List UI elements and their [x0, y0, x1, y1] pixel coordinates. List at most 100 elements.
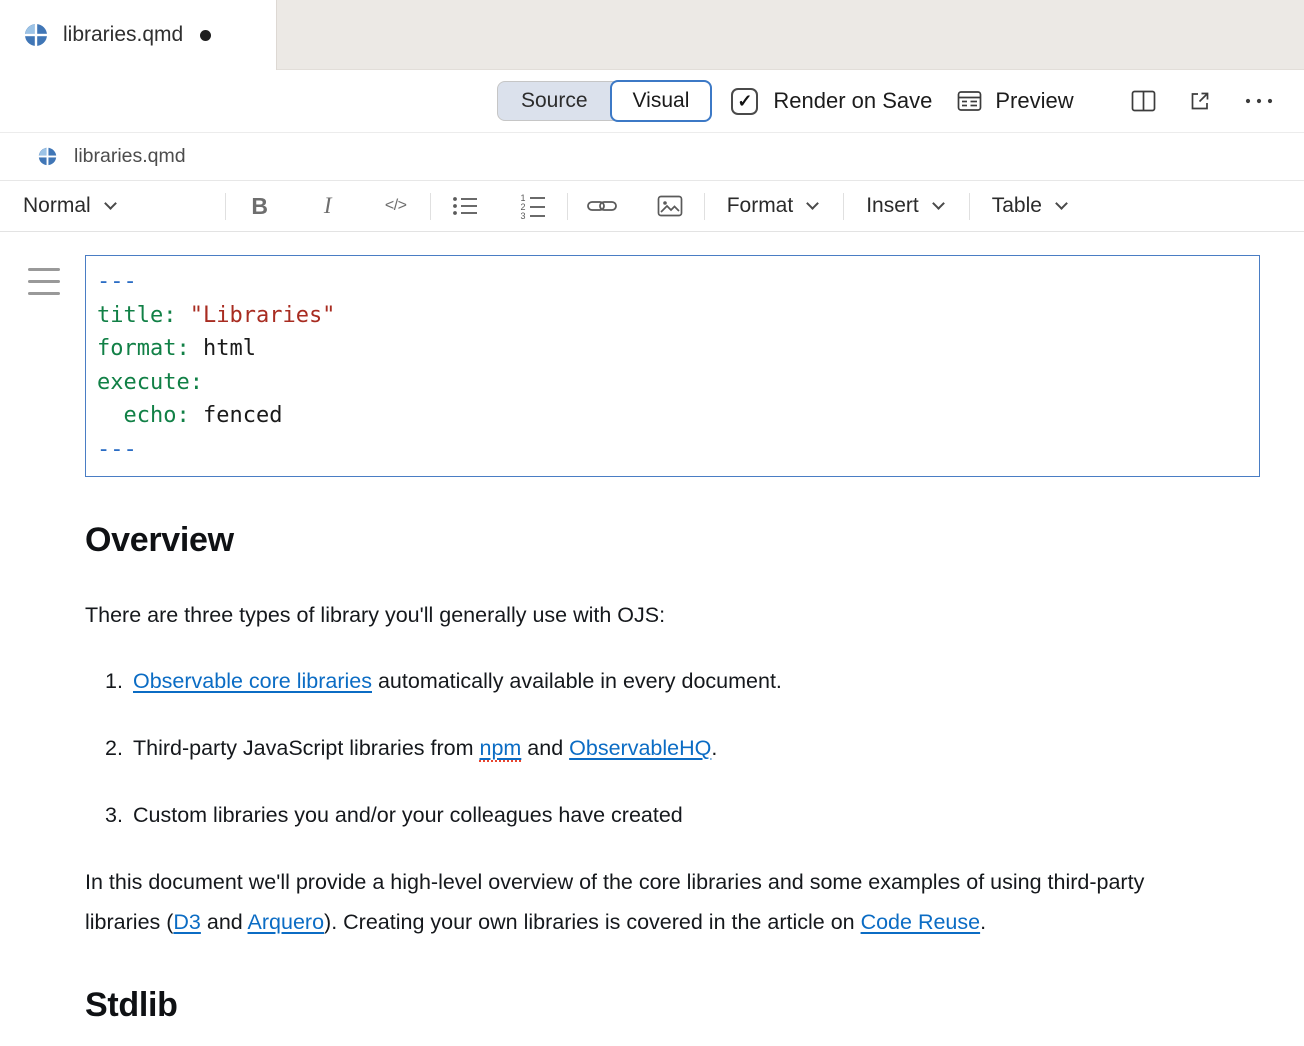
yaml-token: :	[163, 303, 190, 328]
text-run: Custom libraries you and/or your colleag…	[133, 803, 683, 827]
inline-link[interactable]: Code Reuse	[861, 910, 981, 934]
format-toolbar: Normal B I </> 1	[0, 181, 1304, 232]
table-dropdown[interactable]: Table	[970, 194, 1092, 218]
ordered-list-button[interactable]: 1 2 3	[499, 186, 567, 226]
list-marker: 1.	[105, 661, 133, 701]
image-icon	[657, 195, 683, 217]
open-external-button[interactable]	[1188, 89, 1212, 113]
modified-indicator-icon	[200, 30, 211, 41]
preview-label: Preview	[995, 88, 1073, 114]
ordered-list-item: 3.Custom libraries you and/or your colle…	[85, 795, 1225, 835]
yaml-token: :	[176, 336, 203, 361]
paragraph-style-label: Normal	[23, 194, 91, 218]
bullet-list-icon	[451, 195, 479, 217]
render-on-save-control[interactable]: ✓ Render on Save	[731, 88, 932, 115]
format-dropdown-label: Format	[727, 194, 794, 218]
yaml-token: html	[203, 336, 256, 361]
breadcrumb-filename[interactable]: libraries.qmd	[74, 145, 186, 168]
text-run: .	[711, 736, 717, 760]
yaml-token: :	[190, 370, 203, 395]
breadcrumb: libraries.qmd	[0, 133, 1304, 181]
text-run: and	[201, 910, 248, 934]
text-run: automatically available in every documen…	[372, 669, 782, 693]
yaml-line: title: "Libraries"	[97, 299, 1249, 333]
window-actions	[1131, 89, 1274, 113]
checkmark-icon: ✓	[737, 92, 752, 110]
inline-link[interactable]: Observable core libraries	[133, 669, 372, 693]
yaml-token: echo	[124, 403, 177, 428]
chevron-down-icon	[932, 197, 945, 210]
link-icon	[587, 197, 617, 215]
code-button[interactable]: </>	[362, 186, 430, 226]
yaml-token: ---	[97, 437, 137, 462]
list-marker: 2.	[105, 728, 133, 768]
yaml-token: fenced	[203, 403, 282, 428]
text-run: .	[980, 910, 986, 934]
quarto-file-icon	[38, 147, 57, 166]
format-dropdown[interactable]: Format	[705, 194, 844, 218]
tab-bar: libraries.qmd	[0, 0, 1304, 70]
render-on-save-checkbox[interactable]: ✓	[731, 88, 758, 115]
text-run: ). Creating your own libraries is covere…	[324, 910, 861, 934]
visual-editor-canvas[interactable]: ---title: "Libraries"format: htmlexecute…	[0, 232, 1304, 1026]
yaml-token: "Libraries"	[190, 303, 336, 328]
yaml-metadata-block[interactable]: ---title: "Libraries"format: htmlexecute…	[85, 255, 1260, 477]
text-run: and	[521, 736, 569, 760]
split-editor-button[interactable]	[1131, 90, 1156, 112]
text-run: Third-party JavaScript libraries from	[133, 736, 479, 760]
visual-mode-button[interactable]: Visual	[610, 80, 713, 122]
tab-libraries-qmd[interactable]: libraries.qmd	[0, 0, 277, 70]
bullet-list-button[interactable]	[431, 186, 499, 226]
yaml-token: :	[176, 403, 203, 428]
block-menu-icon[interactable]	[28, 268, 60, 295]
ordered-list: 1.Observable core libraries automaticall…	[85, 661, 1225, 835]
quarto-editor-window: libraries.qmd Source Visual ✓ Render on …	[0, 0, 1304, 1026]
tab-title: libraries.qmd	[63, 23, 183, 47]
source-mode-button[interactable]: Source	[498, 81, 611, 121]
yaml-token: format	[97, 336, 176, 361]
closing-paragraph: In this document we'll provide a high-le…	[85, 862, 1225, 942]
yaml-token: ---	[97, 269, 137, 294]
table-dropdown-label: Table	[992, 194, 1042, 218]
insert-dropdown[interactable]: Insert	[844, 194, 969, 218]
chevron-down-icon	[806, 197, 819, 210]
insert-dropdown-label: Insert	[866, 194, 919, 218]
italic-icon: I	[324, 193, 332, 219]
list-marker: 3.	[105, 795, 133, 835]
yaml-token	[97, 403, 124, 428]
ordered-list-item: 2.Third-party JavaScript libraries from …	[85, 728, 1225, 768]
yaml-line: echo: fenced	[97, 399, 1249, 433]
list-item-text: Observable core libraries automatically …	[133, 661, 782, 701]
ordered-list-icon: 1 2 3	[519, 193, 547, 219]
bold-button[interactable]: B	[226, 186, 294, 226]
preview-button[interactable]: Preview	[957, 88, 1073, 114]
chevron-down-icon	[104, 197, 117, 210]
preview-icon	[957, 90, 982, 112]
heading-overview: Overview	[85, 519, 1225, 561]
svg-text:3: 3	[520, 211, 525, 219]
inline-link[interactable]: ObservableHQ	[569, 736, 711, 760]
list-item-text: Custom libraries you and/or your colleag…	[133, 795, 683, 835]
paragraph-style-dropdown[interactable]: Normal	[23, 194, 115, 218]
inline-link[interactable]: Arquero	[248, 910, 325, 934]
italic-button[interactable]: I	[294, 186, 362, 226]
heading-stdlib: Stdlib	[85, 984, 1225, 1026]
yaml-line: execute:	[97, 366, 1249, 400]
yaml-token: title	[97, 303, 163, 328]
yaml-line: format: html	[97, 332, 1249, 366]
inline-link[interactable]: npm	[479, 736, 521, 762]
more-actions-button[interactable]	[1244, 97, 1274, 105]
chevron-down-icon	[1055, 197, 1068, 210]
code-icon: </>	[385, 197, 407, 215]
yaml-token: execute	[97, 370, 190, 395]
link-button[interactable]	[568, 186, 636, 226]
render-on-save-label: Render on Save	[773, 88, 932, 114]
ordered-list-item: 1.Observable core libraries automaticall…	[85, 661, 1225, 701]
quarto-logo-icon	[24, 23, 48, 47]
image-button[interactable]	[636, 186, 704, 226]
list-item-text: Third-party JavaScript libraries from np…	[133, 728, 717, 768]
inline-link[interactable]: D3	[173, 910, 200, 934]
yaml-line: ---	[97, 433, 1249, 467]
intro-paragraph: There are three types of library you'll …	[85, 595, 1225, 635]
yaml-line: ---	[97, 265, 1249, 299]
